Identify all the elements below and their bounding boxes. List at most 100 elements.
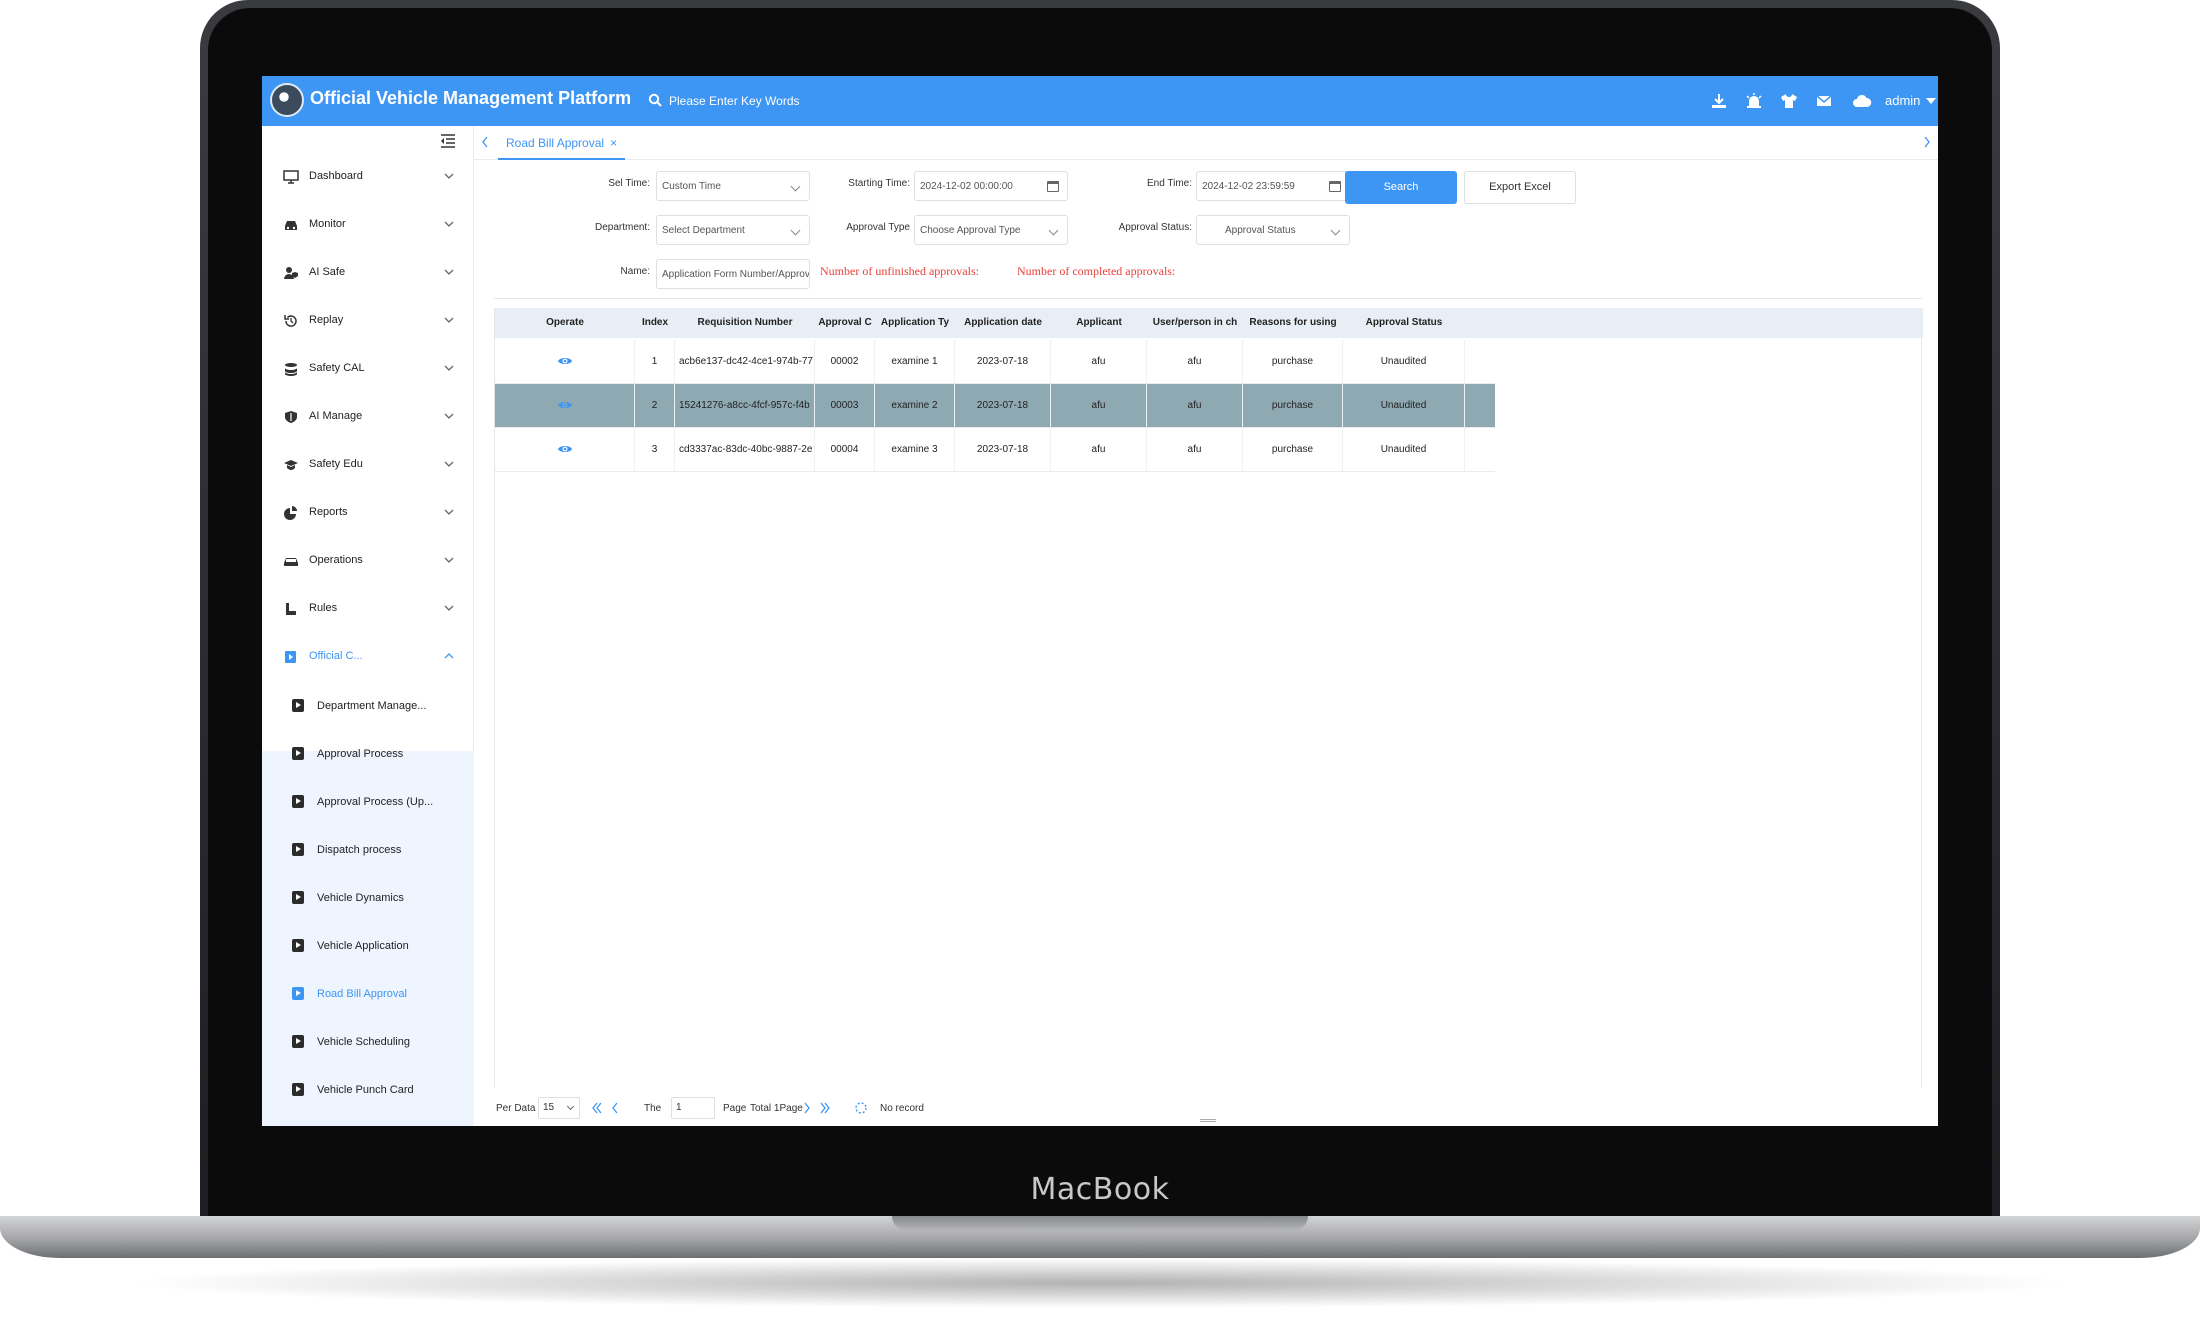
- search-button[interactable]: Search: [1345, 171, 1457, 204]
- sidebar-item-label: Safety CAL: [309, 362, 365, 374]
- eye-icon[interactable]: [557, 443, 573, 455]
- alarm-icon[interactable]: [1745, 92, 1763, 110]
- graduation-cap-icon: [284, 460, 298, 470]
- tab-close-icon[interactable]: ×: [610, 136, 617, 150]
- sidebar-subitem-vehicle-punch-card[interactable]: Vehicle Punch Card: [262, 1069, 474, 1113]
- column-header[interactable]: Application date: [955, 308, 1051, 338]
- approval-code-cell: 00003: [815, 384, 875, 428]
- user-menu-caret-icon[interactable]: [1926, 98, 1936, 104]
- sidebar-item-replay[interactable]: Replay: [262, 300, 474, 344]
- sidebar-subitem-vehicle-dynamics[interactable]: Vehicle Dynamics: [262, 877, 474, 921]
- page-prefix-label: The: [644, 1103, 662, 1114]
- column-header[interactable]: Approval C: [815, 308, 875, 338]
- mail-icon[interactable]: [1815, 92, 1833, 110]
- sidebar-subitem-road-bill-approval[interactable]: Road Bill Approval: [262, 973, 474, 1017]
- sidebar-subitem-department-manage[interactable]: Department Manage...: [262, 685, 474, 729]
- search-icon[interactable]: [648, 93, 662, 107]
- sidebar-subitem-vehicle-scheduling[interactable]: Vehicle Scheduling: [262, 1021, 474, 1065]
- sidebar-subitem-label: Department Manage...: [317, 700, 427, 712]
- sidebar-item-label: AI Manage: [309, 410, 363, 422]
- download-icon[interactable]: [1710, 92, 1728, 110]
- sidebar-item-reports[interactable]: Reports: [262, 492, 474, 536]
- tab-bar: Road Bill Approval ×: [474, 126, 1938, 160]
- sidebar-item-label: Replay: [309, 314, 344, 326]
- next-page-icon[interactable]: [800, 1100, 814, 1116]
- application-type-cell: examine 1: [875, 340, 955, 384]
- document-icon: [292, 939, 304, 952]
- table-row[interactable]: 3 cd3337ac-83dc-40bc-9887-2e 00004 exami…: [495, 428, 1495, 472]
- sidebar-item-ai-manage[interactable]: AI Manage: [262, 396, 474, 440]
- application-type-cell: examine 2: [875, 384, 955, 428]
- sidebar-item-safety-edu[interactable]: Safety Edu: [262, 444, 474, 488]
- sidebar-item-safety-cal[interactable]: Safety CAL: [262, 348, 474, 392]
- eye-icon[interactable]: [557, 399, 573, 411]
- resize-handle-icon[interactable]: [1200, 1119, 1216, 1122]
- user-shield-icon: [284, 267, 298, 279]
- sidebar: Dashboard Monitor AI Safe Replay Safety …: [262, 126, 474, 1126]
- sidebar-subitem-approval-process[interactable]: Approval Process: [262, 733, 474, 777]
- column-header[interactable]: Operate: [495, 308, 635, 338]
- reason-cell: purchase: [1243, 384, 1343, 428]
- sidebar-subitem-approval-process-up[interactable]: Approval Process (Up...: [262, 781, 474, 825]
- eye-icon[interactable]: [557, 355, 573, 367]
- department-select[interactable]: Select Department: [656, 215, 810, 245]
- form-divider: [494, 298, 1922, 299]
- sel-time-value: Custom Time: [662, 181, 721, 192]
- column-header[interactable]: Requisition Number: [675, 308, 815, 338]
- tab-road-bill-approval[interactable]: Road Bill Approval ×: [498, 126, 626, 160]
- chevron-down-icon: [444, 173, 454, 179]
- start-time-input[interactable]: 2024-12-02 00:00:00: [914, 171, 1068, 201]
- user-name[interactable]: admin: [1885, 93, 1920, 108]
- logo-icon: [270, 83, 304, 117]
- sidebar-item-ai-safe[interactable]: AI Safe: [262, 252, 474, 296]
- sidebar-item-dashboard[interactable]: Dashboard: [262, 156, 474, 200]
- name-input[interactable]: Application Form Number/Approval: [656, 259, 810, 289]
- approval-type-select[interactable]: Choose Approval Type: [914, 215, 1068, 245]
- column-header[interactable]: Reasons for using: [1243, 308, 1343, 338]
- shirt-icon[interactable]: [1780, 92, 1798, 110]
- prev-page-icon[interactable]: [608, 1100, 622, 1116]
- name-placeholder: Application Form Number/Approval: [662, 269, 810, 280]
- search-input[interactable]: [669, 90, 869, 112]
- sidebar-subitem-label: Vehicle Punch Card: [317, 1084, 414, 1096]
- sidebar-item-rules[interactable]: Rules: [262, 588, 474, 632]
- sidebar-subitem-vehicle-application[interactable]: Vehicle Application: [262, 925, 474, 969]
- collapse-sidebar-icon[interactable]: [440, 134, 456, 148]
- last-page-icon[interactable]: [818, 1100, 832, 1116]
- sidebar-item-monitor[interactable]: Monitor: [262, 204, 474, 248]
- start-time-label: Starting Time:: [848, 178, 910, 189]
- first-page-icon[interactable]: [590, 1100, 604, 1116]
- sidebar-item-operations[interactable]: Operations: [262, 540, 474, 584]
- sidebar-subitem-dispatch-process[interactable]: Dispatch process: [262, 829, 474, 873]
- sel-time-select[interactable]: Custom Time: [656, 171, 810, 201]
- chevron-left-icon[interactable]: [480, 135, 490, 149]
- table-row[interactable]: 2 15241276-a8cc-4fcf-957c-f4b 00003 exam…: [495, 384, 1495, 428]
- page-size-value: 15: [543, 1102, 555, 1113]
- column-header[interactable]: Approval Status: [1343, 308, 1465, 338]
- operate-cell: [495, 384, 635, 428]
- column-header[interactable]: User/person in ch: [1147, 308, 1243, 338]
- per-data-label: Per Data: [496, 1103, 536, 1114]
- column-header[interactable]: Index: [635, 308, 675, 338]
- chevron-right-icon[interactable]: [1922, 135, 1932, 149]
- page-size-select[interactable]: 15: [538, 1097, 580, 1119]
- approval-code-cell: 00002: [815, 340, 875, 384]
- column-header[interactable]: Application Ty: [875, 308, 955, 338]
- completed-approvals-count: Number of completed approvals:: [1017, 264, 1176, 278]
- calendar-icon: [1329, 181, 1341, 192]
- end-time-input[interactable]: 2024-12-02 23:59:59: [1196, 171, 1350, 201]
- export-excel-button[interactable]: Export Excel: [1464, 171, 1576, 204]
- document-icon: [292, 699, 304, 712]
- approval-status-select[interactable]: Approval Status: [1196, 215, 1350, 245]
- sidebar-subitem-label: Dispatch process: [317, 844, 402, 856]
- page-number-input[interactable]: 1: [671, 1097, 715, 1119]
- chevron-down-icon: [1048, 225, 1059, 236]
- index-cell: 1: [635, 340, 675, 384]
- device-brand: MacBook: [1030, 1172, 1170, 1207]
- chevron-down-icon: [790, 225, 801, 236]
- table-row[interactable]: 1 acb6e137-dc42-4ce1-974b-77 00002 exami…: [495, 340, 1495, 384]
- column-header[interactable]: Applicant: [1051, 308, 1147, 338]
- cloud-icon[interactable]: [1852, 92, 1872, 110]
- sidebar-item-official-car[interactable]: Official C...: [262, 636, 474, 680]
- refresh-icon[interactable]: [854, 1100, 868, 1116]
